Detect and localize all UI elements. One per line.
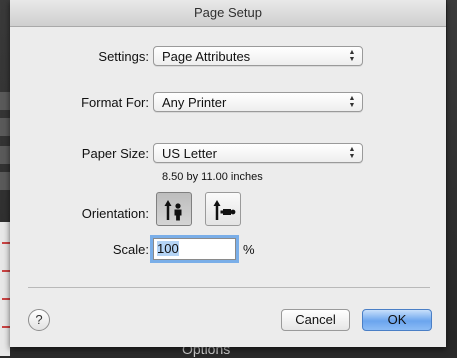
settings-value: Page Attributes <box>162 49 251 64</box>
scale-percent-unit: % <box>243 242 255 257</box>
page-setup-dialog: Page Setup Settings: Page Attributes ▲ ▼ … <box>10 0 446 347</box>
updown-arrows-icon: ▲ ▼ <box>348 95 356 109</box>
paper-size-value: US Letter <box>162 146 217 161</box>
settings-label: Settings: <box>98 49 149 64</box>
dialog-title: Page Setup <box>10 0 446 27</box>
portrait-person-icon <box>164 200 182 221</box>
settings-popup[interactable]: Page Attributes ▲ ▼ <box>153 46 363 66</box>
background-app-left <box>0 0 10 356</box>
scale-value: 100 <box>157 241 179 256</box>
updown-arrows-icon: ▲ ▼ <box>348 49 356 63</box>
landscape-person-icon <box>213 200 236 220</box>
paper-size-label: Paper Size: <box>81 146 149 161</box>
help-question-icon: ? <box>35 312 43 327</box>
background-app-right <box>447 0 457 356</box>
updown-arrows-icon: ▲ ▼ <box>348 146 356 160</box>
orientation-landscape-button[interactable] <box>205 192 241 226</box>
help-button[interactable]: ? <box>28 309 50 331</box>
format-for-value: Any Printer <box>162 95 227 110</box>
orientation-label: Orientation: <box>81 206 149 221</box>
format-for-popup[interactable]: Any Printer ▲ ▼ <box>153 92 363 112</box>
paper-size-popup[interactable]: US Letter ▲ ▼ <box>153 143 363 163</box>
scale-input[interactable]: 100 <box>153 238 236 260</box>
paper-dimensions: 8.50 by 11.00 inches <box>162 171 263 183</box>
format-for-label: Format For: <box>81 95 149 110</box>
orientation-portrait-button[interactable] <box>156 192 192 226</box>
ok-button[interactable]: OK <box>362 309 432 331</box>
divider <box>28 287 430 288</box>
scale-label: Scale: <box>112 242 149 257</box>
cancel-button[interactable]: Cancel <box>281 309 350 331</box>
